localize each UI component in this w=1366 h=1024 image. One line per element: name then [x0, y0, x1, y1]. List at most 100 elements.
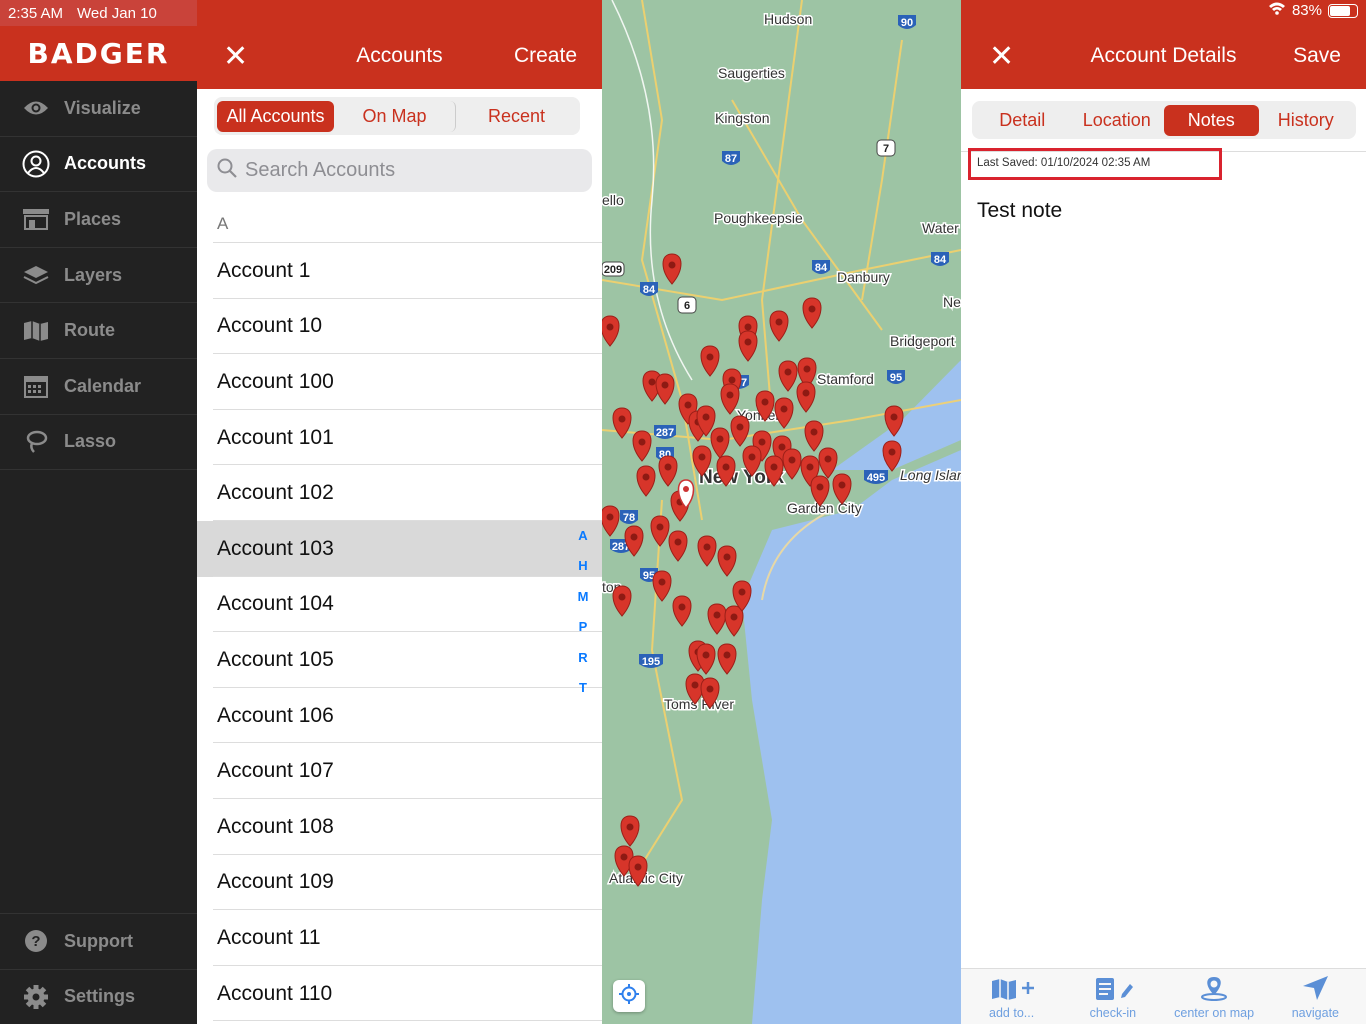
list-item[interactable]: Account 101 — [197, 410, 602, 466]
map-canvas[interactable]: 90 87 7 84 84 209 84 6 287 95 287 80 495… — [602, 0, 961, 1024]
svg-text:84: 84 — [815, 262, 828, 274]
details-tabs: Detail Location Notes History — [972, 101, 1356, 139]
list-item[interactable]: Account 10 — [197, 299, 602, 355]
add-to-label: add to... — [989, 1006, 1035, 1020]
segment-all-accounts[interactable]: All Accounts — [217, 100, 334, 132]
sidebar-item-support[interactable]: ? Support — [0, 914, 197, 970]
index-letter[interactable]: H — [578, 558, 587, 588]
svg-text:84: 84 — [934, 254, 947, 266]
locate-button[interactable] — [613, 980, 645, 1012]
details-toolbar: add to... check-in center on map navigat… — [961, 968, 1366, 1024]
navigate-button[interactable]: navigate — [1265, 969, 1366, 1024]
svg-text:7: 7 — [883, 143, 889, 155]
add-to-button[interactable]: add to... — [961, 969, 1062, 1024]
index-letter[interactable]: A — [578, 528, 587, 558]
sidebar-item-accounts[interactable]: Accounts — [0, 137, 197, 193]
svg-text:87: 87 — [725, 153, 737, 165]
sidebar-item-label: Lasso — [64, 431, 117, 452]
sidebar-item-route[interactable]: Route — [0, 303, 197, 359]
battery-icon — [1328, 3, 1358, 18]
account-details-panel: ✕ Account Details Save 83% Detail Locati… — [961, 0, 1366, 1024]
svg-text:Ne: Ne — [943, 294, 961, 310]
segment-on-map[interactable]: On Map — [334, 100, 456, 132]
last-saved-label: Last Saved: 01/10/2024 02:35 AM — [968, 148, 1222, 180]
map-add-icon — [988, 977, 1036, 1004]
tab-location[interactable]: Location — [1070, 105, 1165, 136]
sidebar-item-label: Accounts — [64, 153, 147, 174]
index-letter[interactable]: R — [578, 650, 587, 680]
index-letter[interactable]: P — [579, 619, 588, 649]
sidebar-item-layers[interactable]: Layers — [0, 248, 197, 304]
sidebar-item-places[interactable]: Places — [0, 192, 197, 248]
svg-text:Saugerties: Saugerties — [718, 65, 785, 81]
list-item[interactable]: Account 11 — [197, 910, 602, 966]
check-in-label: check-in — [1089, 1006, 1137, 1020]
center-on-map-label: center on map — [1174, 1006, 1255, 1020]
note-text[interactable]: Test note — [977, 199, 1062, 223]
save-button[interactable]: Save — [1293, 44, 1341, 68]
list-item[interactable]: Account 109 — [197, 855, 602, 911]
svg-text:209: 209 — [604, 264, 622, 276]
sidebar-bottom-nav: ? Support Settings — [0, 913, 197, 1024]
map-view[interactable]: 90 87 7 84 84 209 84 6 287 95 287 80 495… — [602, 0, 961, 1024]
list-item[interactable]: Account 106 — [197, 688, 602, 744]
index-letter[interactable]: T — [579, 680, 587, 710]
list-item[interactable]: Account 107 — [197, 743, 602, 799]
segment-recent[interactable]: Recent — [456, 101, 577, 132]
battery-percent: 83% — [1291, 2, 1322, 19]
crosshair-icon — [619, 983, 639, 1009]
tab-history[interactable]: History — [1259, 105, 1354, 136]
sidebar-item-calendar[interactable]: Calendar — [0, 359, 197, 415]
location-pin-icon — [1197, 975, 1231, 1004]
gear-icon — [22, 984, 50, 1009]
sidebar-item-label: Calendar — [64, 375, 142, 396]
wifi-icon — [1268, 2, 1286, 19]
section-header: A — [217, 214, 229, 233]
storefront-icon — [22, 207, 50, 231]
sidebar-item-settings[interactable]: Settings — [0, 970, 197, 1024]
accounts-filter-segment: All Accounts On Map Recent — [214, 97, 580, 135]
sidebar-item-lasso[interactable]: Lasso — [0, 415, 197, 471]
list-item[interactable]: Account 104 — [197, 577, 602, 633]
svg-text:Garden City: Garden City — [787, 500, 862, 516]
svg-text:Water: Water — [922, 220, 959, 236]
accounts-header: ✕ Accounts Create — [197, 0, 602, 89]
document-edit-icon — [1090, 977, 1136, 1004]
sidebar-item-label: Layers — [64, 264, 123, 285]
check-in-button[interactable]: check-in — [1062, 969, 1163, 1024]
search-icon — [217, 158, 237, 184]
list-item[interactable]: Account 100 — [197, 354, 602, 410]
list-item-selected[interactable]: Account 103 — [197, 520, 602, 577]
tab-notes[interactable]: Notes — [1164, 104, 1259, 136]
svg-text:Long Islan: Long Islan — [900, 467, 961, 483]
tab-detail[interactable]: Detail — [975, 105, 1070, 136]
list-item[interactable]: Account 102 — [197, 465, 602, 521]
center-on-map-button[interactable]: center on map — [1164, 969, 1265, 1024]
list-item[interactable]: Account 110 — [197, 966, 602, 1022]
list-item[interactable]: Account 108 — [197, 799, 602, 855]
index-letter[interactable]: M — [578, 589, 589, 619]
svg-text:90: 90 — [901, 17, 913, 29]
svg-text:6: 6 — [684, 300, 690, 312]
list-item[interactable]: Account 1 — [197, 243, 602, 299]
section-index: A H M P R T — [575, 528, 591, 710]
svg-text:Poughkeepsie: Poughkeepsie — [714, 210, 803, 226]
navigate-label: navigate — [1291, 1006, 1339, 1020]
user-circle-icon — [22, 150, 50, 178]
accounts-list: Account 1 Account 10 Account 100 Account… — [197, 243, 602, 1021]
search-input[interactable]: Search Accounts — [207, 149, 592, 192]
sidebar-item-visualize[interactable]: Visualize — [0, 81, 197, 137]
list-item[interactable]: Account 105 — [197, 632, 602, 688]
sidebar-item-label: Settings — [64, 986, 136, 1007]
svg-text:Kingston: Kingston — [715, 110, 769, 126]
status-bar-right: 83% — [1268, 2, 1358, 19]
sidebar-item-label: Support — [64, 930, 133, 951]
status-time: 2:35 AM — [8, 4, 64, 22]
status-date: Wed Jan 10 — [77, 4, 157, 22]
search-placeholder: Search Accounts — [245, 159, 396, 181]
sidebar: 2:35 AM Wed Jan 10 BADGER Visualize Acco… — [0, 0, 197, 1024]
svg-text:495: 495 — [867, 472, 885, 484]
create-button[interactable]: Create — [514, 44, 577, 68]
svg-text:78: 78 — [623, 512, 635, 524]
sidebar-nav: Visualize Accounts Places Layers Route C… — [0, 81, 197, 471]
